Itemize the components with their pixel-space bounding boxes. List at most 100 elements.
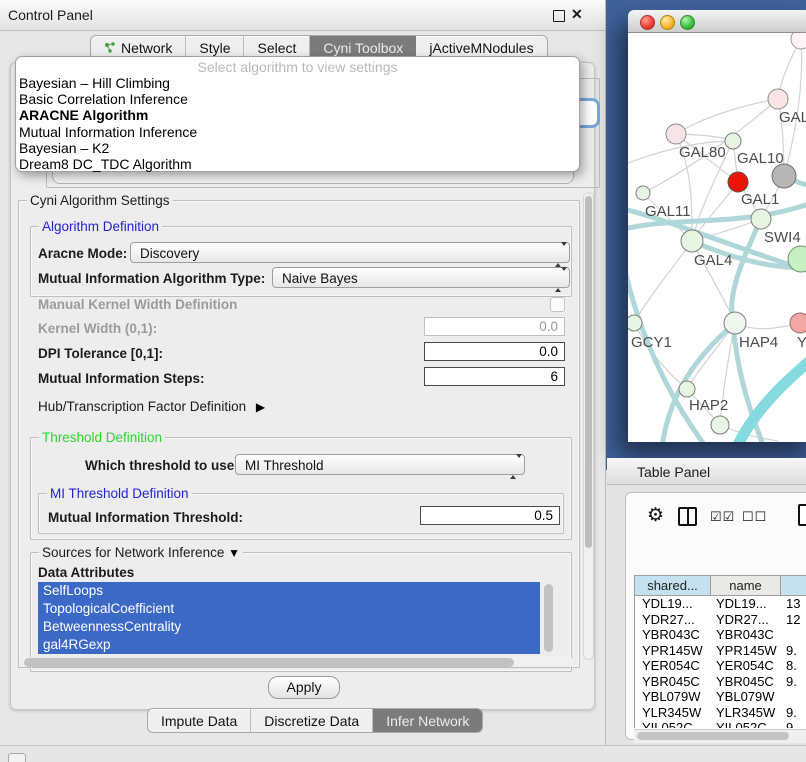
mi-threshold-label: Mutual Information Threshold: [48, 510, 243, 525]
network-node-gal[interactable] [768, 89, 788, 109]
node-label: SWI4 [764, 229, 801, 246]
attribute-list-scrollbar[interactable] [543, 583, 553, 653]
attribute-item-selected[interactable]: BetweennessCentrality [38, 618, 540, 636]
close-traffic-light[interactable] [640, 15, 655, 30]
table-row[interactable]: YLR345WYLR345W9. [635, 705, 806, 721]
threshold-definition-title: Threshold Definition [39, 430, 165, 445]
mi-threshold-field[interactable] [420, 506, 560, 525]
network-node-gal80[interactable] [666, 124, 686, 144]
tab-select-label: Select [257, 40, 296, 56]
network-node[interactable] [791, 33, 806, 49]
control-panel: Control Panel ✕ Network Style Select Cyn… [0, 0, 606, 745]
table-horizontal-scrollbar[interactable] [634, 729, 806, 743]
table-panel-title: Table Panel [637, 464, 710, 480]
network-node-gray[interactable] [772, 164, 796, 188]
which-threshold-value: MI Threshold [245, 458, 324, 473]
document-icon[interactable] [798, 504, 806, 526]
mi-type-value: Naive Bayes [282, 271, 358, 286]
hub-definition-label: Hub/Transcription Factor Definition [38, 399, 246, 414]
kernel-width-field[interactable] [424, 317, 565, 336]
manual-kernel-label: Manual Kernel Width Definition [38, 297, 237, 312]
attribute-item-selected[interactable]: SelfLoops [38, 582, 540, 600]
which-threshold-combo[interactable]: MI Threshold [235, 454, 525, 475]
mi-type-combo[interactable]: Naive Bayes [272, 267, 570, 288]
network-node-hap4[interactable] [724, 312, 746, 334]
column-header-cut[interactable] [781, 576, 806, 595]
table-row[interactable]: YBR045CYBR045C9. [635, 674, 806, 690]
network-node-y[interactable] [790, 313, 806, 333]
columns-icon[interactable] [678, 507, 697, 526]
network-node-hap2[interactable] [679, 381, 695, 397]
table-row[interactable]: YDL19...YDL19...13 [635, 596, 806, 612]
tab-discretize-data[interactable]: Discretize Data [251, 709, 373, 732]
bottom-tabs: Impute Data Discretize Data Infer Networ… [147, 708, 483, 733]
gear-icon[interactable]: ⚙ [647, 506, 664, 525]
sources-title-label: Sources for Network Inference [42, 545, 224, 560]
table-row[interactable]: YBL079WYBL079W [635, 689, 806, 705]
network-node-gal10[interactable] [725, 133, 741, 149]
tab-jactivemnodules-label: jActiveMNodules [429, 40, 533, 56]
tab-impute-data[interactable]: Impute Data [148, 709, 251, 732]
collapsed-panel-button[interactable] [8, 753, 26, 762]
algorithm-option[interactable]: Bayesian – K2 [16, 140, 579, 156]
table-row[interactable]: YPR145WYPR145W9. [635, 643, 806, 659]
network-node-gal11[interactable] [636, 186, 650, 200]
float-window-icon[interactable] [553, 10, 565, 22]
cell: 12 [781, 612, 806, 628]
aracne-mode-combo[interactable]: Discovery [130, 242, 570, 263]
algorithm-option[interactable]: Mutual Information Inference [16, 124, 579, 140]
algorithm-prompt: Select algorithm to view settings [16, 59, 579, 75]
column-header-shared-name[interactable]: shared... [635, 576, 711, 595]
sources-group-title[interactable]: Sources for Network Inference ▼ [39, 545, 243, 561]
aracne-mode-value: Discovery [140, 246, 199, 261]
table-row[interactable]: YER054CYER054C8. [635, 658, 806, 674]
network-view-window: GAL GAL80 GAL10 GAL1 GAL11 SWI4 GAL4 GCY… [628, 10, 806, 442]
status-strip [0, 745, 806, 762]
network-node-gal4[interactable] [681, 230, 703, 252]
algorithm-dropdown-popup: Select algorithm to view settings Bayesi… [15, 56, 580, 172]
cell: 9. [781, 705, 806, 721]
settings-vertical-scrollbar[interactable] [583, 192, 594, 660]
settings-horizontal-scrollbar[interactable] [22, 657, 574, 667]
show-unchecked-icon[interactable]: ☐☐ [742, 509, 767, 525]
attribute-item-selected[interactable]: TopologicalCoefficient [38, 600, 540, 618]
cell: YDR27... [711, 612, 781, 628]
mi-steps-field[interactable] [424, 367, 565, 386]
dpi-tolerance-field[interactable] [424, 342, 565, 361]
algorithm-option[interactable]: Bayesian – Hill Climbing [16, 75, 579, 91]
cell: YBL079W [711, 689, 781, 705]
table-row[interactable]: YBR043CYBR043C [635, 627, 806, 643]
network-node-swi4[interactable] [751, 209, 771, 229]
network-tab-icon [104, 42, 116, 54]
close-icon[interactable]: ✕ [571, 6, 583, 23]
which-threshold-label: Which threshold to use: [85, 458, 239, 473]
table-row[interactable]: YDR27...YDR27...12 [635, 612, 806, 628]
node-label: HAP2 [689, 397, 728, 414]
hub-definition-toggle[interactable]: Hub/Transcription Factor Definition ▶ [38, 399, 265, 414]
apply-button[interactable]: Apply [268, 676, 340, 699]
cell: YLR345W [635, 705, 711, 721]
algorithm-option-selected[interactable]: ARACNE Algorithm [16, 107, 579, 123]
algorithm-option[interactable]: Basic Correlation Inference [16, 91, 579, 107]
attribute-item-selected[interactable]: gal4RGexp [38, 636, 540, 654]
dpi-tolerance-label: DPI Tolerance [0,1]: [38, 346, 163, 361]
cell: YPR145W [635, 643, 711, 659]
network-node-gal1-red[interactable] [728, 172, 748, 192]
minimize-traffic-light[interactable] [660, 15, 675, 30]
cell: YBR043C [711, 627, 781, 643]
algorithm-option[interactable]: Dream8 DC_TDC Algorithm [16, 156, 579, 172]
show-checked-icon[interactable]: ☑☑ [710, 509, 735, 525]
network-canvas[interactable]: GAL GAL80 GAL10 GAL1 GAL11 SWI4 GAL4 GCY… [628, 33, 806, 442]
node-label: GAL11 [645, 203, 691, 220]
network-node-gcy1[interactable] [628, 315, 642, 331]
table-row[interactable]: YIL052CYIL052C9. [635, 720, 806, 728]
network-node[interactable] [711, 416, 729, 434]
column-header-name[interactable]: name [711, 576, 781, 595]
expand-arrow-icon: ▶ [256, 400, 265, 414]
network-window-titlebar[interactable] [628, 10, 806, 33]
tab-infer-network[interactable]: Infer Network [373, 709, 482, 732]
zoom-traffic-light[interactable] [680, 15, 695, 30]
table-header: shared... name [634, 575, 806, 596]
manual-kernel-checkbox[interactable] [550, 297, 565, 312]
tab-style-label: Style [199, 40, 230, 56]
